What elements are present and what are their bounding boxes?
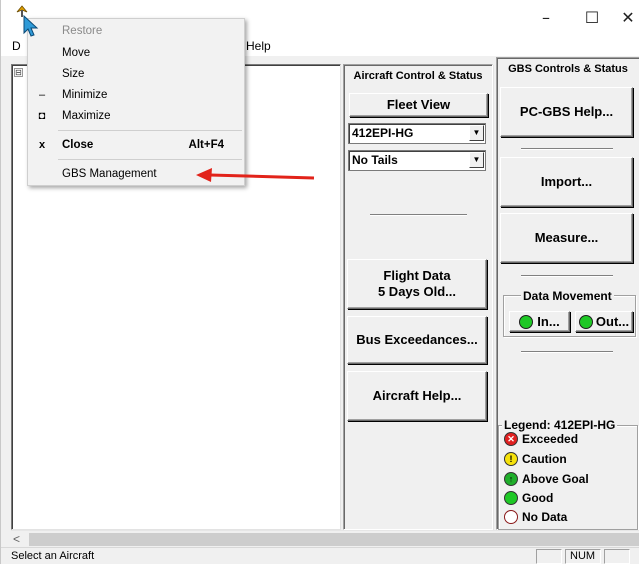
- data-in-button[interactable]: In...: [509, 311, 570, 332]
- system-context-menu: Restore Move Size – Minimize ◘ Maximize …: [27, 18, 245, 186]
- aircraft-divider: [370, 214, 467, 216]
- above-goal-icon: ↑: [504, 471, 518, 486]
- aircraft-panel-title: Aircraft Control & Status: [353, 70, 483, 82]
- green-status-icon: [519, 314, 534, 329]
- dropdown-arrow-icon[interactable]: ▼: [469, 152, 484, 168]
- minimize-icon: –: [542, 7, 550, 27]
- legend-above-goal: ↑ Above Goal: [504, 470, 589, 487]
- gbs-divider-1: [521, 148, 613, 150]
- menu-item-label: Maximize: [62, 110, 111, 122]
- menu-item-maximize[interactable]: ◘ Maximize: [28, 106, 244, 127]
- good-icon: [504, 490, 518, 505]
- caution-icon: !: [504, 451, 518, 466]
- close-icon: ✕: [621, 7, 635, 27]
- horizontal-scrollbar[interactable]: <: [11, 530, 639, 547]
- legend-label: Exceeded: [522, 431, 579, 446]
- menu-help[interactable]: Help: [246, 39, 271, 53]
- close-icon: x: [38, 139, 46, 151]
- measure-button[interactable]: Measure...: [500, 213, 633, 263]
- annotation-arrow-icon: [196, 168, 315, 182]
- data-movement-title: Data Movement: [521, 289, 614, 303]
- no-data-icon: [504, 509, 518, 524]
- status-text: Select an Aircraft: [11, 550, 95, 562]
- legend-label: Above Goal: [522, 471, 589, 486]
- menu-separator: [58, 130, 242, 131]
- minimize-icon: –: [38, 89, 46, 101]
- tails-select[interactable]: No Tails ▼: [348, 150, 486, 171]
- mouse-cursor-icon: [23, 14, 39, 37]
- menu-item-label: Close: [62, 139, 94, 151]
- gbs-divider-2: [521, 275, 613, 277]
- menu-data[interactable]: D: [12, 39, 21, 53]
- aircraft-help-button[interactable]: Aircraft Help...: [347, 371, 487, 421]
- maximize-icon: ◘: [38, 110, 46, 122]
- menu-item-label: Minimize: [62, 89, 108, 101]
- menu-item-size[interactable]: Size: [28, 64, 244, 85]
- aircraft-select-value: 412EPI-HG: [352, 126, 414, 140]
- menu-item-label: Move: [62, 47, 91, 59]
- legend-label: No Data: [522, 509, 568, 524]
- data-in-label: In...: [537, 313, 560, 329]
- menu-item-shortcut: Alt+F4: [188, 139, 224, 151]
- legend-no-data: No Data: [504, 508, 567, 525]
- menu-item-restore[interactable]: Restore: [28, 21, 244, 42]
- menu-item-label: Size: [62, 68, 85, 80]
- import-button[interactable]: Import...: [500, 157, 633, 207]
- legend-label: Caution: [522, 451, 567, 466]
- legend-exceeded: ✕ Exceeded: [504, 430, 578, 447]
- green-status-icon: [578, 314, 593, 329]
- pc-gbs-help-button[interactable]: PC-GBS Help...: [500, 87, 633, 137]
- data-out-label: Out...: [595, 313, 630, 329]
- data-out-button[interactable]: Out...: [575, 311, 633, 332]
- status-pane-scrl: [604, 549, 630, 564]
- fleet-view-button[interactable]: Fleet View: [349, 93, 488, 117]
- maximize-icon: ☐: [584, 7, 600, 27]
- status-pane-empty: [536, 549, 562, 564]
- gbs-panel-title: GBS Controls & Status: [508, 63, 628, 75]
- menu-item-move[interactable]: Move: [28, 43, 244, 64]
- legend-label: Good: [522, 490, 554, 505]
- close-button[interactable]: ✕: [605, 0, 639, 34]
- flight-data-age: 5 Days Old...: [377, 284, 457, 299]
- status-bar: Select an Aircraft NUM: [1, 547, 639, 564]
- legend-good: Good: [504, 489, 553, 506]
- scroll-left-icon[interactable]: <: [13, 532, 20, 546]
- dropdown-arrow-icon[interactable]: ▼: [469, 125, 484, 141]
- bus-exceedances-button[interactable]: Bus Exceedances...: [347, 316, 487, 364]
- exceeded-icon: ✕: [504, 431, 518, 446]
- minimize-button[interactable]: –: [523, 0, 569, 34]
- menu-item-close[interactable]: x Close Alt+F4: [28, 135, 244, 156]
- gbs-divider-3: [521, 351, 613, 353]
- status-num-indicator: NUM: [565, 549, 601, 564]
- tree-expand-icon[interactable]: ⊟: [14, 68, 23, 77]
- flight-data-button[interactable]: Flight Data 5 Days Old...: [347, 259, 487, 309]
- menu-item-label: Restore: [62, 25, 103, 37]
- menu-item-minimize[interactable]: – Minimize: [28, 85, 244, 106]
- aircraft-select[interactable]: 412EPI-HG ▼: [348, 123, 486, 144]
- tails-select-value: No Tails: [352, 153, 398, 167]
- flight-data-label: Flight Data: [383, 268, 451, 283]
- menu-separator: [58, 159, 242, 160]
- legend-caution: ! Caution: [504, 450, 567, 467]
- scrollbar-thumb[interactable]: [29, 533, 639, 546]
- menu-item-label: GBS Management: [62, 168, 157, 180]
